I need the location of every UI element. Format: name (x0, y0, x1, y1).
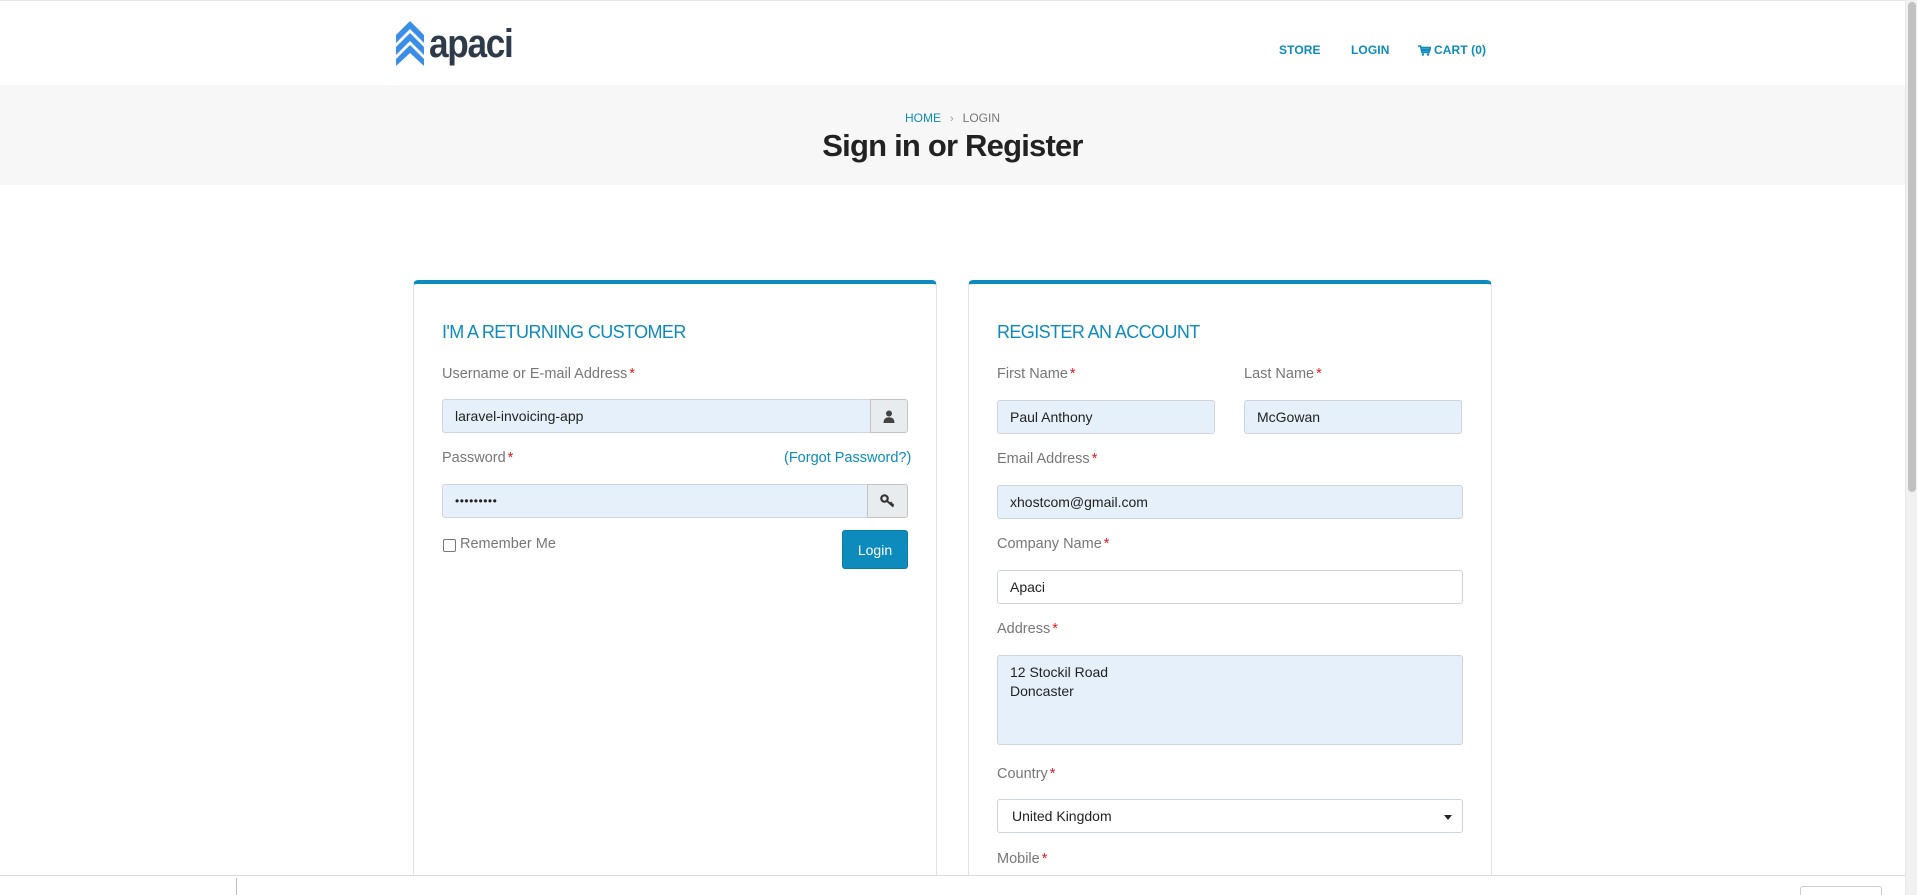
vertical-scrollbar[interactable] (1905, 0, 1917, 895)
breadcrumb-home-link[interactable]: HOME (905, 111, 941, 125)
breadcrumb: HOME › LOGIN (0, 111, 1905, 125)
cart-label: CART (0) (1434, 43, 1487, 57)
breadcrumb-current: LOGIN (962, 111, 1000, 125)
user-icon (883, 410, 895, 423)
country-select[interactable]: United Kingdom (997, 799, 1463, 833)
login-card-title: I'M A RETURNING CUSTOMER (442, 322, 686, 342)
remember-me-checkbox[interactable] (443, 539, 456, 552)
last-name-input[interactable]: McGowan (1244, 400, 1462, 434)
page-header: HOME › LOGIN Sign in or Register (0, 85, 1905, 185)
required-marker: * (1049, 766, 1056, 782)
username-label: Username or E-mail Address * (442, 366, 635, 382)
password-addon (867, 484, 908, 518)
shopping-cart-icon (1418, 44, 1431, 56)
nav-store-link[interactable]: STORE (1279, 43, 1321, 57)
required-marker: * (1041, 851, 1048, 867)
forgot-password-link[interactable]: (Forgot Password?) (784, 450, 911, 466)
apaci-logo-icon (396, 21, 424, 66)
required-marker: * (1316, 366, 1322, 382)
chevron-right-icon: › (949, 113, 954, 125)
login-button[interactable]: Login (842, 530, 908, 569)
remember-me-label[interactable]: Remember Me (460, 536, 556, 552)
bottom-bar (0, 875, 1905, 895)
login-card: I'M A RETURNING CUSTOMER Username or E-m… (413, 280, 937, 895)
address-textarea[interactable]: 12 Stockil Road Doncaster (997, 655, 1463, 745)
first-name-input[interactable]: Paul Anthony (997, 400, 1215, 434)
required-marker: * (1052, 621, 1058, 637)
username-addon (870, 399, 908, 433)
email-input[interactable]: xhostcom@gmail.com (997, 485, 1463, 519)
brand-name: apaci (429, 22, 514, 66)
brand-logo[interactable]: apaci (395, 19, 524, 69)
username-input[interactable]: laravel-invoicing-app (442, 399, 871, 433)
page-title: Sign in or Register (822, 128, 1083, 163)
country-label: Country * (997, 766, 1056, 782)
company-name-input[interactable]: Apaci (997, 570, 1463, 604)
bottom-bar-divider (236, 878, 237, 895)
password-input[interactable]: ••••••••• (442, 484, 868, 518)
top-navbar: apaci STORE LOGIN CART (0) (0, 0, 1905, 85)
required-marker: * (629, 366, 635, 382)
email-label: Email Address * (997, 451, 1098, 467)
company-name-label: Company Name * (997, 536, 1110, 552)
mobile-label: Mobile * (997, 851, 1048, 867)
key-icon (880, 494, 895, 508)
required-marker: * (507, 450, 514, 466)
nav-login-link[interactable]: LOGIN (1351, 43, 1390, 57)
caret-down-icon (1444, 815, 1452, 820)
nav-cart-link[interactable]: CART (0) (1418, 43, 1486, 57)
register-card-title: REGISTER AN ACCOUNT (997, 322, 1200, 342)
register-card: REGISTER AN ACCOUNT First Name * Paul Ant… (968, 280, 1492, 895)
address-label: Address * (997, 621, 1058, 637)
required-marker: * (1103, 536, 1110, 552)
country-selected-value: United Kingdom (1012, 808, 1112, 824)
password-label: Password * (442, 450, 514, 466)
bottom-bar-tab[interactable] (1800, 886, 1882, 895)
scrollbar-thumb[interactable] (1908, 2, 1916, 492)
last-name-label: Last Name * (1244, 366, 1322, 382)
required-marker: * (1069, 366, 1076, 382)
required-marker: * (1091, 451, 1098, 467)
first-name-label: First Name * (997, 366, 1076, 382)
